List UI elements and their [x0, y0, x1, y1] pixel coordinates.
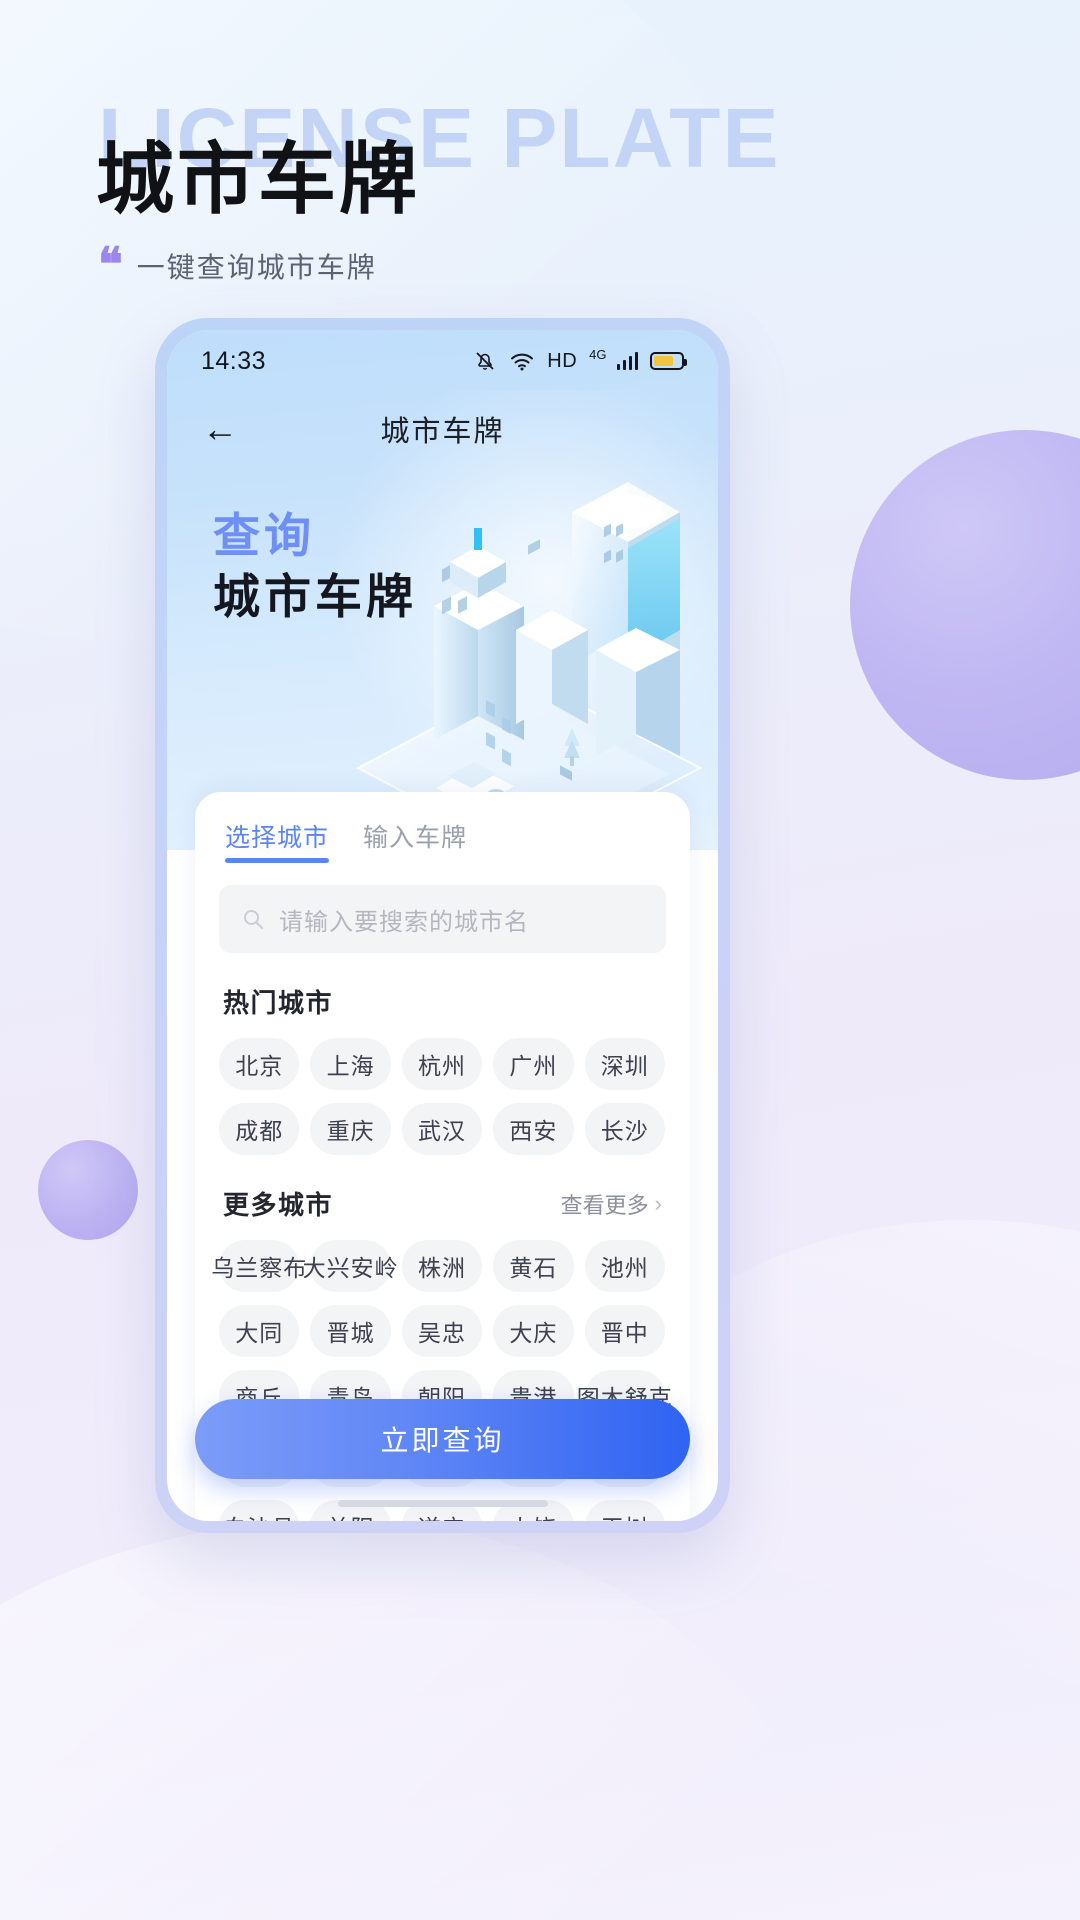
hot-city-chip[interactable]: 重庆	[310, 1103, 391, 1155]
status-bar: 14:33 HD 4G	[167, 330, 718, 392]
hero-headline: 查询 城市车牌	[213, 508, 417, 625]
hot-city-chip[interactable]: 长沙	[584, 1103, 665, 1155]
hot-city-chip[interactable]: 杭州	[401, 1038, 483, 1090]
hot-cities-grid: 北京 上海 杭州 广州 深圳成都 重庆 武汉 西安 长沙	[219, 1038, 666, 1155]
hero-headline-line1: 查询	[213, 509, 315, 562]
tab-input-plate[interactable]: 输入车牌	[363, 818, 467, 863]
city-illustration	[355, 482, 703, 850]
poster-page: LICENSE PLATE 城市车牌 ❝ 一键查询城市车牌 14:33 HD 4…	[0, 0, 1080, 1920]
hero-banner: 14:33 HD 4G ← 城市车牌 查询 城市车牌	[167, 330, 718, 850]
hot-city-chip[interactable]: 深圳	[584, 1038, 665, 1090]
nav-title: 城市车牌	[380, 416, 505, 448]
search-placeholder: 请输入要搜索的城市名	[279, 908, 529, 936]
background-circle-small	[38, 1140, 138, 1240]
hot-city-chip[interactable]: 上海	[310, 1038, 391, 1090]
hot-city-chip[interactable]: 北京	[219, 1038, 300, 1090]
more-city-chip[interactable]: 乌兰察布	[211, 1240, 306, 1292]
signal-icon	[616, 352, 638, 370]
network-type-label: 4G	[589, 346, 607, 362]
more-city-chip[interactable]: 吴忠	[401, 1305, 483, 1357]
view-more-label: 查看更多	[560, 1192, 649, 1218]
status-time: 14:33	[201, 346, 267, 375]
poster-subtitle: 一键查询城市车牌	[136, 252, 377, 283]
more-cities-title: 更多城市	[223, 1190, 334, 1220]
status-icon-group: HD 4G	[473, 346, 687, 373]
page-title: 城市车牌	[96, 135, 421, 223]
more-city-chip[interactable]: 黄石	[493, 1240, 574, 1292]
hot-cities-title: 热门城市	[223, 988, 334, 1018]
poster-subtitle-row: ❝ 一键查询城市车牌	[98, 237, 377, 291]
more-city-chip[interactable]: 大庆	[493, 1305, 574, 1357]
query-now-button[interactable]: 立即查询	[195, 1399, 690, 1479]
view-more-link[interactable]: 查看更多 ›	[561, 1188, 662, 1220]
wifi-icon	[511, 353, 534, 371]
more-city-chip[interactable]: 株洲	[401, 1240, 483, 1292]
tab-bar: 选择城市 输入车牌	[219, 818, 666, 863]
search-icon	[244, 910, 263, 929]
nav-bar: ← 城市车牌	[167, 392, 718, 466]
more-city-chip[interactable]: 池州	[584, 1240, 665, 1292]
more-city-chip[interactable]: 大同	[219, 1305, 300, 1357]
hot-city-chip[interactable]: 西安	[493, 1103, 574, 1155]
chevron-right-icon: ›	[654, 1190, 662, 1216]
cta-container: 立即查询	[195, 1399, 690, 1479]
more-cities-header: 更多城市 查看更多 ›	[219, 1185, 666, 1222]
back-button[interactable]: ←	[197, 406, 243, 452]
phone-mockup: 14:33 HD 4G ← 城市车牌 查询 城市车牌 选择城市 输入车牌 请输入…	[155, 318, 730, 1533]
hot-city-chip[interactable]: 武汉	[401, 1103, 483, 1155]
more-city-chip[interactable]: 晋中	[584, 1305, 665, 1357]
background-circle-large	[850, 430, 1080, 780]
more-city-chip[interactable]: 晋城	[310, 1305, 391, 1357]
hot-city-chip[interactable]: 广州	[493, 1038, 574, 1090]
battery-icon	[650, 352, 687, 370]
more-city-chip[interactable]: 大兴安岭	[303, 1240, 398, 1292]
quote-icon: ❝	[98, 237, 123, 291]
hd-icon: HD	[547, 349, 578, 372]
tab-select-city[interactable]: 选择城市	[225, 818, 330, 863]
hot-city-chip[interactable]: 成都	[219, 1103, 300, 1155]
home-indicator	[337, 1500, 548, 1507]
more-city-chip[interactable]: 白沙县	[219, 1500, 300, 1521]
hero-headline-line2: 城市车牌	[213, 570, 417, 624]
search-input[interactable]: 请输入要搜索的城市名	[219, 885, 666, 953]
hot-cities-header: 热门城市	[219, 983, 666, 1020]
phone-screen: 14:33 HD 4G ← 城市车牌 查询 城市车牌 选择城市 输入车牌 请输入…	[167, 330, 718, 1521]
bell-mute-icon	[476, 352, 494, 370]
more-city-chip[interactable]: 玉树	[584, 1500, 665, 1521]
